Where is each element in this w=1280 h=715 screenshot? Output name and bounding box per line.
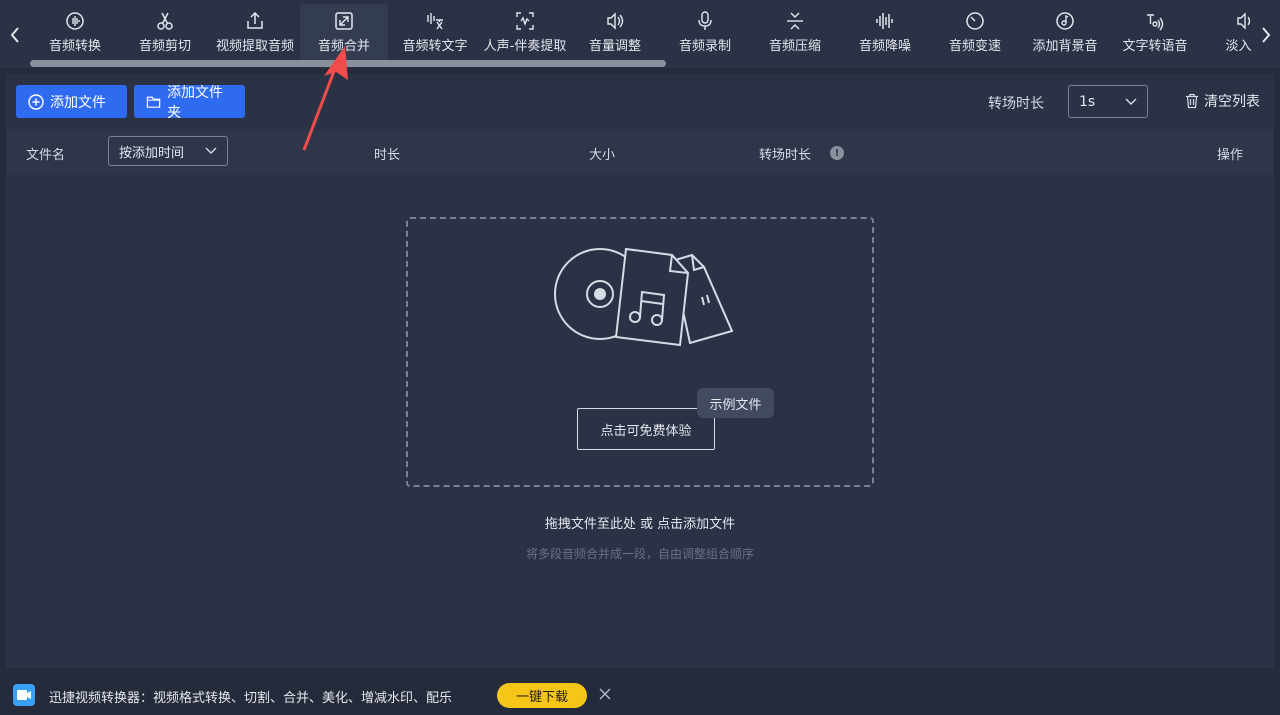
folder-icon (146, 96, 161, 108)
download-label: 一键下载 (515, 690, 568, 705)
tool-audio-speed[interactable]: 音频变速 (930, 4, 1020, 60)
chevron-down-icon (205, 147, 217, 154)
tool-label: 音频变速 (948, 39, 1001, 54)
audio-convert-icon (66, 12, 84, 30)
column-filename: 文件名 (26, 148, 66, 163)
drop-sub-hint-text: 将多段音频合并成一段，自由调整组合顺序 (525, 547, 754, 561)
audio-files-illustration (554, 247, 734, 347)
close-icon[interactable] (597, 686, 613, 702)
tool-fade[interactable]: 淡入淡 (1200, 4, 1252, 60)
volume-icon (607, 12, 624, 30)
tool-audio-to-text[interactable]: 音频转文字 (390, 4, 480, 60)
tool-list: 音频转换 音频剪切 视频提取音频 音频合并 音频转文字 人声-伴奏提取 音量调整 (30, 4, 1252, 60)
tool-label: 音频降噪 (858, 39, 911, 54)
chevron-right-icon (1262, 27, 1271, 43)
audio-to-text-icon (427, 13, 443, 30)
tool-toolbar: 音频转换 音频剪切 视频提取音频 音频合并 音频转文字 人声-伴奏提取 音量调整 (0, 0, 1280, 68)
transition-duration-value: 1s (1079, 93, 1096, 110)
column-size: 大小 (589, 148, 616, 163)
tool-label: 淡入淡 (1225, 39, 1252, 54)
add-file-label: 添加文件 (50, 94, 106, 111)
clear-list-label: 清空列表 (1204, 94, 1260, 110)
merge-panel: 添加文件 添加文件夹 转场时长 1s 清空列表 文件名 按添加时间 时长 大小 … (6, 74, 1274, 668)
app-logo-icon (13, 684, 35, 706)
column-actions: 操作 (1217, 148, 1244, 163)
tool-label: 音频转换 (48, 39, 101, 54)
tool-video-extract-audio[interactable]: 视频提取音频 (210, 4, 300, 60)
scissors-icon (157, 12, 173, 30)
sort-order-value: 按添加时间 (119, 145, 185, 161)
plus-circle-icon (28, 93, 44, 110)
clear-list-button[interactable]: 清空列表 (1184, 91, 1260, 111)
text-to-speech-icon (1147, 14, 1164, 31)
tool-text-to-speech[interactable]: 文字转语音 (1110, 4, 1200, 60)
music-note-icon (1056, 12, 1074, 30)
speed-icon (966, 12, 984, 30)
add-file-button[interactable]: 添加文件 (16, 85, 127, 118)
chevron-left-icon (10, 27, 19, 43)
tool-label: 音频剪切 (138, 39, 191, 54)
fade-icon (1237, 12, 1251, 30)
compress-icon (787, 12, 803, 30)
sample-file-label: 示例文件 (709, 397, 762, 413)
tool-audio-compress[interactable]: 音频压缩 (750, 4, 840, 60)
red-pointer-arrow-icon (302, 46, 348, 151)
sample-file-badge[interactable]: 示例文件 (697, 388, 774, 418)
promo-bar: 迅捷视频转换器：视频格式转换、切割、合并、美化、增减水印、配乐 一键下载 (0, 676, 1280, 715)
merge-icon (335, 12, 353, 30)
tool-label: 音频压缩 (768, 39, 821, 54)
tool-label: 音频录制 (678, 39, 731, 54)
tool-label: 音量调整 (588, 39, 641, 54)
add-folder-label: 添加文件夹 (167, 84, 224, 121)
scroll-right-button[interactable] (1256, 20, 1276, 50)
add-folder-button[interactable]: 添加文件夹 (134, 85, 245, 121)
microphone-icon (698, 11, 712, 30)
waveform-icon (876, 13, 893, 29)
tool-label: 人声-伴奏提取 (483, 39, 567, 54)
upload-icon (247, 11, 263, 29)
free-trial-button[interactable]: 点击可免费体验 (577, 408, 715, 450)
column-transition: 转场时长 (759, 148, 812, 163)
info-icon[interactable]: ! (830, 146, 844, 160)
tool-label: 音频转文字 (402, 39, 468, 54)
tool-audio-record[interactable]: 音频录制 (660, 4, 750, 60)
transition-duration-label: 转场时长 (988, 96, 1044, 112)
tool-add-background-music[interactable]: 添加背景音 (1020, 4, 1110, 60)
tool-vocal-extract[interactable]: 人声-伴奏提取 (480, 4, 570, 60)
tool-noise-reduction[interactable]: 音频降噪 (840, 4, 930, 60)
trash-icon (1186, 93, 1198, 109)
tool-label: 文字转语音 (1122, 39, 1188, 54)
file-table-header: 文件名 按添加时间 时长 大小 转场时长 ! 操作 (6, 130, 1274, 174)
tool-audio-cut[interactable]: 音频剪切 (120, 4, 210, 60)
scroll-left-button[interactable] (5, 20, 25, 50)
free-trial-label: 点击可免费体验 (600, 423, 692, 439)
promo-text: 迅捷视频转换器：视频格式转换、切割、合并、美化、增减水印、配乐 (49, 691, 453, 706)
one-click-download-button[interactable]: 一键下载 (497, 683, 587, 708)
chevron-down-icon (1125, 98, 1137, 105)
file-drop-zone[interactable]: 点击可免费体验 示例文件 (406, 217, 874, 487)
sort-order-select[interactable]: 按添加时间 (108, 136, 228, 166)
tool-label: 添加背景音 (1032, 39, 1098, 54)
tool-label: 视频提取音频 (215, 39, 294, 54)
tool-volume-adjust[interactable]: 音量调整 (570, 4, 660, 60)
vocal-extract-icon (516, 12, 534, 30)
drop-hint-text: 拖拽文件至此处 或 点击添加文件 (544, 517, 736, 532)
tool-audio-convert[interactable]: 音频转换 (30, 4, 120, 60)
transition-duration-select[interactable]: 1s (1068, 85, 1148, 118)
column-duration: 时长 (374, 148, 401, 163)
